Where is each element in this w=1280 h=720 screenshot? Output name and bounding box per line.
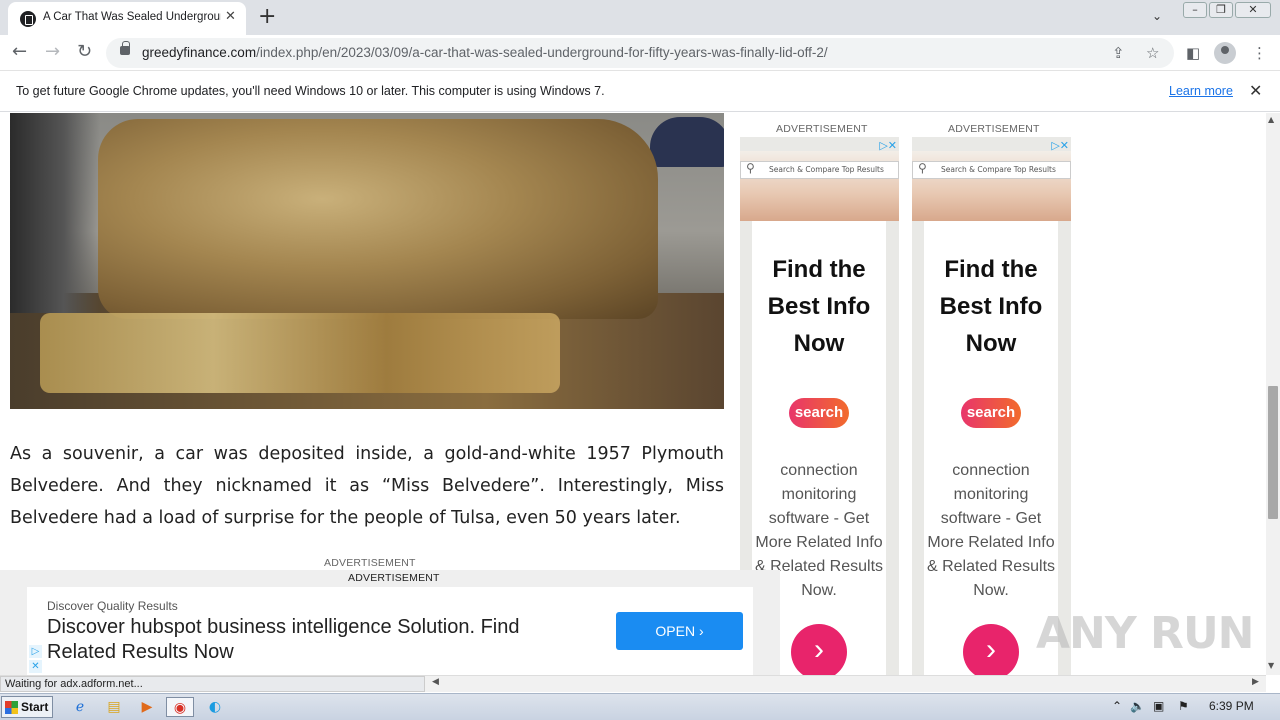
side-ad-2[interactable]: ⚲ Search & Compare Top Results ▷✕ Find t… xyxy=(912,137,1071,675)
minimize-button[interactable]: – xyxy=(1183,2,1207,18)
chrome-taskbar-icon[interactable]: ◉ xyxy=(166,697,194,717)
adchoices-play-icon[interactable]: ▷ xyxy=(29,645,42,658)
scroll-left-icon[interactable]: ◀ xyxy=(432,677,439,687)
tab-close-icon[interactable]: ✕ xyxy=(225,9,236,25)
start-label: Start xyxy=(21,700,49,714)
infobar-message: To get future Google Chrome updates, you… xyxy=(16,84,605,98)
address-bar[interactable]: greedyfinance.com/index.php/en/2023/03/0… xyxy=(106,38,1174,68)
forward-arrow-icon[interactable]: → xyxy=(45,41,60,63)
tray-expand-icon[interactable]: ⌃ xyxy=(1112,699,1122,713)
bottom-sticky-ad[interactable]: ADVERTISEMENT Discover Quality Results D… xyxy=(0,570,780,675)
file-explorer-icon[interactable]: ▤ xyxy=(103,697,125,717)
bottom-ad-small-text: Discover Quality Results xyxy=(47,599,178,613)
restore-button[interactable]: ❐ xyxy=(1209,2,1233,18)
network-icon[interactable]: ▣ xyxy=(1153,699,1164,713)
photo-wrapped-car xyxy=(98,119,658,319)
tab-search-chevron-icon[interactable]: ⌄ xyxy=(1152,9,1162,23)
profile-avatar-icon[interactable] xyxy=(1214,42,1236,64)
ad-search-text: Search & Compare Top Results xyxy=(769,165,884,174)
scrollbar-thumb[interactable] xyxy=(1268,386,1278,519)
windows-logo-icon xyxy=(5,701,18,714)
infobar-close-icon[interactable]: ✕ xyxy=(1249,81,1262,100)
browser-tab[interactable]: A Car That Was Sealed Underground For Fi… xyxy=(8,2,246,35)
media-player-icon[interactable]: ▶ xyxy=(136,697,158,717)
side-ad-label-1: ADVERTISEMENT xyxy=(776,123,868,135)
site-favicon-icon xyxy=(20,11,36,27)
start-button[interactable]: Start xyxy=(1,696,53,718)
ad-close-icon[interactable]: ✕ xyxy=(29,660,42,673)
status-bubble: Waiting for adx.adform.net... xyxy=(0,676,425,692)
open-button[interactable]: OPEN › xyxy=(616,612,743,650)
browser-toolbar: ← → ↻ greedyfinance.com/index.php/en/202… xyxy=(0,35,1280,71)
vertical-scrollbar[interactable]: ▲ ▼ xyxy=(1266,113,1280,675)
back-arrow-icon[interactable]: ← xyxy=(12,41,27,63)
article-paragraph: As a souvenir, a car was deposited insid… xyxy=(10,444,724,528)
ad-search-bar: ⚲ Search & Compare Top Results xyxy=(740,161,899,179)
ad-description: connection monitoring software - Get Mor… xyxy=(926,462,1056,599)
side-ad-label-2: ADVERTISEMENT xyxy=(948,123,1040,135)
reload-icon[interactable]: ↻ xyxy=(77,41,92,63)
url-text[interactable]: greedyfinance.com/index.php/en/2023/03/0… xyxy=(142,45,828,60)
lock-icon[interactable] xyxy=(120,41,130,55)
magnifier-icon: ⚲ xyxy=(918,161,927,175)
ad-go-button[interactable]: › xyxy=(963,624,1019,675)
adchoices-icon[interactable]: ▷✕ xyxy=(879,139,897,152)
clock[interactable]: 6:39 PM xyxy=(1209,699,1254,713)
scroll-right-icon[interactable]: ▶ xyxy=(1252,677,1259,687)
close-window-button[interactable]: ✕ xyxy=(1235,2,1271,18)
ad-search-logo: search xyxy=(789,398,849,428)
ad-search-text: Search & Compare Top Results xyxy=(941,165,1056,174)
windows-taskbar: Start ℯ ▤ ▶ ◉ ◐ ⌃ 🔈 ▣ ⚑ 6:39 PM xyxy=(0,693,1280,720)
tab-title: A Car That Was Sealed Underground For Fi… xyxy=(43,11,221,23)
internet-explorer-icon[interactable]: ℯ xyxy=(69,697,91,717)
ad-headline: Find the Best Info Now xyxy=(939,256,1043,357)
menu-kebab-icon[interactable]: ⋮ xyxy=(1252,44,1267,62)
status-bar: Waiting for adx.adform.net... ◀ ▶ xyxy=(0,675,1266,692)
ad-go-button[interactable]: › xyxy=(791,624,847,675)
url-path: /index.php/en/2023/03/09/a-car-that-was-… xyxy=(256,45,828,60)
side-panel-icon[interactable]: ◧ xyxy=(1186,44,1200,62)
photo-foil xyxy=(40,313,560,393)
magnifier-icon: ⚲ xyxy=(746,161,755,175)
url-domain: greedyfinance.com xyxy=(142,45,257,60)
photo-crowd xyxy=(10,113,100,313)
anyrun-watermark: ANY RUN xyxy=(1036,608,1254,659)
bottom-ad-headline[interactable]: Discover hubspot business intelligence S… xyxy=(47,615,587,665)
learn-more-link[interactable]: Learn more xyxy=(1169,84,1233,98)
scroll-up-icon[interactable]: ▲ xyxy=(1268,115,1274,124)
bookmark-star-icon[interactable]: ☆ xyxy=(1146,44,1159,62)
article-ad-label: ADVERTISEMENT xyxy=(324,557,416,569)
action-center-flag-icon[interactable]: ⚑ xyxy=(1178,699,1189,713)
ad-headline: Find the Best Info Now xyxy=(767,256,871,357)
bottom-ad-body[interactable]: Discover Quality Results Discover hubspo… xyxy=(27,587,753,675)
bottom-ad-label: ADVERTISEMENT xyxy=(348,572,440,584)
ad-search-bar: ⚲ Search & Compare Top Results xyxy=(912,161,1071,179)
adchoices-icon[interactable]: ▷✕ xyxy=(1051,139,1069,152)
article-photo xyxy=(10,113,724,409)
update-infobar: To get future Google Chrome updates, you… xyxy=(0,72,1280,112)
tab-strip: A Car That Was Sealed Underground For Fi… xyxy=(0,0,1280,35)
new-tab-button[interactable]: + xyxy=(258,4,276,30)
photo-vehicle xyxy=(650,117,724,167)
share-icon[interactable]: ⇪ xyxy=(1112,44,1125,62)
ad-search-logo: search xyxy=(961,398,1021,428)
edge-icon[interactable]: ◐ xyxy=(204,697,226,717)
scroll-down-icon[interactable]: ▼ xyxy=(1268,661,1274,670)
volume-icon[interactable]: 🔈 xyxy=(1130,699,1145,713)
ad-card: Find the Best Info Now search connection… xyxy=(924,221,1058,675)
